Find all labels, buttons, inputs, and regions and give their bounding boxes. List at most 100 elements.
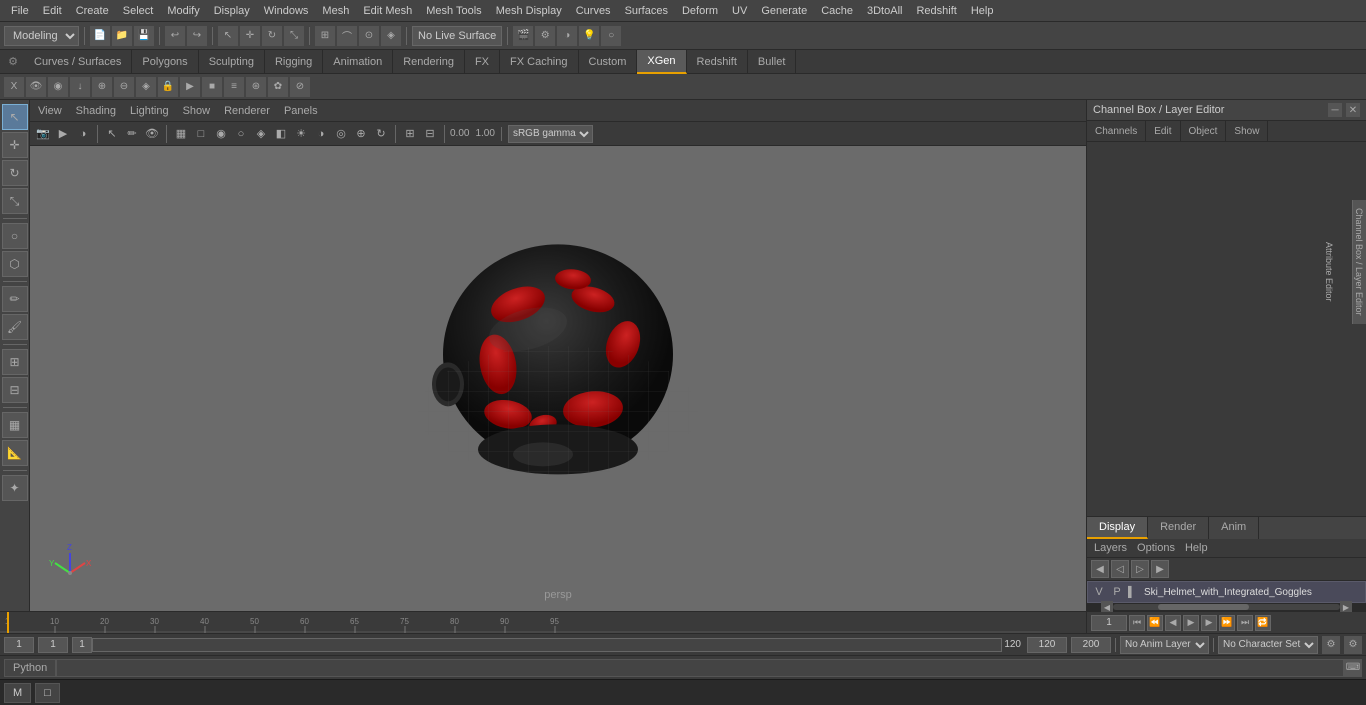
no-live-surface-button[interactable]: No Live Surface [412, 26, 502, 46]
tab-custom[interactable]: Custom [579, 50, 638, 74]
next-frame-btn[interactable]: ▶ [1201, 615, 1217, 631]
vp-light-icon[interactable]: ☀ [292, 125, 310, 143]
menu-surfaces[interactable]: Surfaces [618, 3, 675, 19]
tab-animation[interactable]: Animation [323, 50, 393, 74]
tab-polygons[interactable]: Polygons [132, 50, 198, 74]
menu-edit-mesh[interactable]: Edit Mesh [356, 3, 419, 19]
sculpt-lt[interactable]: ✏ [2, 286, 28, 312]
vp-menu-view[interactable]: View [34, 104, 66, 118]
hypershade-button[interactable]: ◑ [557, 26, 577, 46]
layers-menu-layers[interactable]: Layers [1091, 541, 1130, 555]
layers-scrollbar[interactable]: ◀ ▶ [1087, 603, 1366, 611]
xgen-icon-14[interactable]: ⊘ [290, 77, 310, 97]
snap-surface-button[interactable]: ◈ [381, 26, 401, 46]
lasso-select-lt[interactable]: ⬡ [2, 251, 28, 277]
xgen-icon-4[interactable]: ↓ [70, 77, 90, 97]
vp-menu-show[interactable]: Show [179, 104, 215, 118]
vp-motion-icon[interactable]: ↻ [372, 125, 390, 143]
tab-channels[interactable]: Channels [1087, 121, 1146, 141]
layer-name[interactable]: Ski_Helmet_with_Integrated_Goggles [1144, 587, 1361, 598]
vp-texture-icon[interactable]: ◧ [272, 125, 290, 143]
vp-menu-panels[interactable]: Panels [280, 104, 322, 118]
tab-anim[interactable]: Anim [1209, 517, 1259, 539]
xray-button[interactable]: ○ [601, 26, 621, 46]
current-frame-input[interactable]: 1 [1091, 615, 1127, 631]
layer-visibility-toggle[interactable]: V [1092, 586, 1106, 598]
menu-select[interactable]: Select [116, 3, 161, 19]
vp-show-icon[interactable]: 👁 [143, 125, 161, 143]
tab-xgen[interactable]: XGen [637, 50, 686, 74]
menu-edit[interactable]: Edit [36, 3, 69, 19]
layers-menu-options[interactable]: Options [1134, 541, 1178, 555]
color-profile-select[interactable]: sRGB gamma [508, 125, 593, 143]
tab-render[interactable]: Render [1148, 517, 1209, 539]
xgen-icon-7[interactable]: ◈ [136, 77, 156, 97]
mode-select[interactable]: Modeling [4, 26, 79, 46]
menu-mesh-tools[interactable]: Mesh Tools [419, 3, 488, 19]
xgen-icon-11[interactable]: ≡ [224, 77, 244, 97]
no-anim-layer-select[interactable]: No Anim Layer [1120, 636, 1209, 654]
menu-generate[interactable]: Generate [754, 3, 814, 19]
snap-curve-button[interactable]: ⌒ [337, 26, 357, 46]
xgen-icon-12[interactable]: ⊛ [246, 77, 266, 97]
vp-hud-icon[interactable]: ⊞ [401, 125, 419, 143]
vp-film-icon[interactable]: ▶ [54, 125, 72, 143]
vp-render-icon[interactable]: ◑ [74, 125, 92, 143]
menu-file[interactable]: File [4, 3, 36, 19]
vp-camera-icon[interactable]: 📷 [34, 125, 52, 143]
menu-help[interactable]: Help [964, 3, 1001, 19]
vp-select-icon[interactable]: ↖ [103, 125, 121, 143]
no-char-set-select[interactable]: No Character Set [1218, 636, 1318, 654]
channel-box-edge-tab[interactable]: Channel Box / Layer Editor [1354, 208, 1364, 316]
move-tool-lt[interactable]: ✛ [2, 132, 28, 158]
tab-rendering[interactable]: Rendering [393, 50, 465, 74]
time-end-input[interactable]: 120 [1027, 637, 1067, 653]
max-end-input[interactable]: 200 [1071, 637, 1111, 653]
viewport-taskbar-btn[interactable]: □ [35, 683, 60, 703]
viewport-canvas[interactable]: persp X Y Z [30, 146, 1086, 611]
render-settings-button[interactable]: ⚙ [535, 26, 555, 46]
tab-sculpting[interactable]: Sculpting [199, 50, 265, 74]
frame-start-input[interactable]: 1 [4, 637, 34, 653]
jump-end-btn[interactable]: ⏭ [1237, 615, 1253, 631]
tab-edit[interactable]: Edit [1146, 121, 1180, 141]
redo-button[interactable]: ↪ [187, 26, 207, 46]
prev-key-btn[interactable]: ⏪ [1147, 615, 1163, 631]
python-run-icon[interactable]: ⌨ [1344, 659, 1362, 677]
timeline-ruler[interactable]: 1 10 20 30 40 50 60 65 75 80 90 95 [0, 612, 1086, 633]
vp-grid-icon[interactable]: ▦ [172, 125, 190, 143]
vp-shadow-icon[interactable]: ◑ [312, 125, 330, 143]
rotate-tool-lt[interactable]: ↻ [2, 160, 28, 186]
xgen-icon-3[interactable]: ◉ [48, 77, 68, 97]
xgen-icon-2[interactable]: 👁 [26, 77, 46, 97]
menu-windows[interactable]: Windows [257, 3, 316, 19]
python-label[interactable]: Python [4, 659, 56, 677]
tab-rigging[interactable]: Rigging [265, 50, 323, 74]
rotate-tool-button[interactable]: ↻ [262, 26, 282, 46]
vp-menu-renderer[interactable]: Renderer [220, 104, 274, 118]
xgen-lt[interactable]: ✦ [2, 475, 28, 501]
open-file-button[interactable]: 📁 [112, 26, 132, 46]
menu-redshift[interactable]: Redshift [909, 3, 963, 19]
menu-mesh-display[interactable]: Mesh Display [489, 3, 569, 19]
panel-minimize-icon[interactable]: ─ [1328, 103, 1342, 117]
tab-show[interactable]: Show [1226, 121, 1268, 141]
snap-point-button[interactable]: ⊙ [359, 26, 379, 46]
tab-fx-caching[interactable]: FX Caching [500, 50, 578, 74]
tab-fx[interactable]: FX [465, 50, 500, 74]
prefs-icon[interactable]: ⚙ [1344, 636, 1362, 654]
menu-mesh[interactable]: Mesh [315, 3, 356, 19]
light-editor-button[interactable]: 💡 [579, 26, 599, 46]
range-frame-input[interactable] [72, 637, 92, 653]
menu-3dtall[interactable]: 3DtoAll [860, 3, 909, 19]
snap-grid-button[interactable]: ⊞ [315, 26, 335, 46]
scale-tool-button[interactable]: ⤡ [284, 26, 304, 46]
align-lt[interactable]: ⊟ [2, 377, 28, 403]
panel-close-icon[interactable]: ✕ [1346, 103, 1360, 117]
menu-deform[interactable]: Deform [675, 3, 725, 19]
tab-display[interactable]: Display [1087, 517, 1148, 539]
layers-prev-btn[interactable]: ◁ [1111, 560, 1129, 578]
prev-frame-btn[interactable]: ◀ [1165, 615, 1181, 631]
tab-object[interactable]: Object [1181, 121, 1227, 141]
layers-fwd-btn[interactable]: ▶ [1151, 560, 1169, 578]
